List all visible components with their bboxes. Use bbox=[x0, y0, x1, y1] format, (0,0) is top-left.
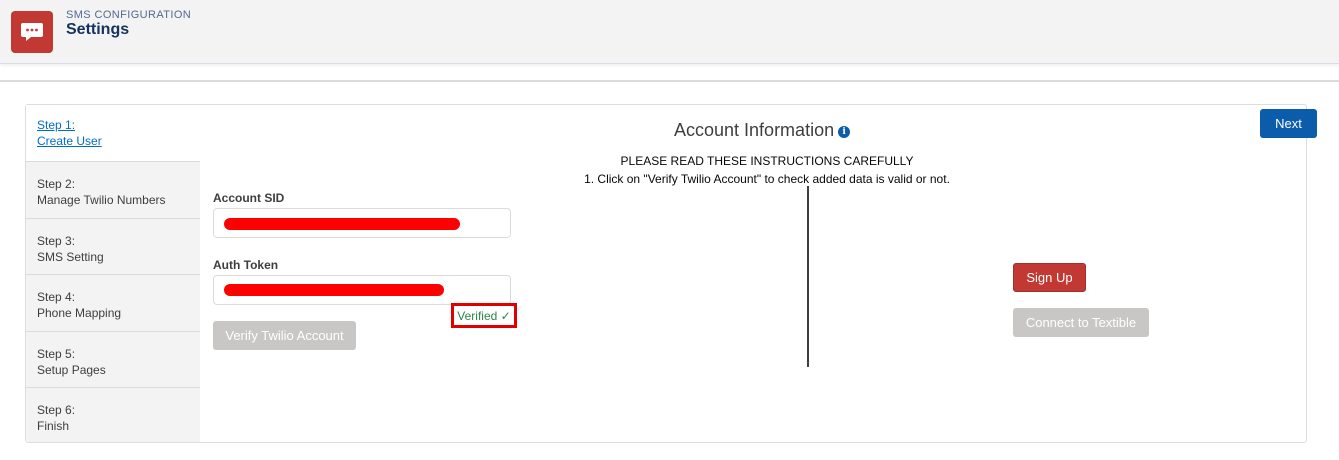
step-sidebar: Step 1: Create User Step 2: Manage Twili… bbox=[26, 105, 200, 442]
instruction-item: 1. Click on "Verify Twilio Account" to c… bbox=[584, 172, 950, 186]
step-1-link[interactable]: Step 1: Create User bbox=[26, 105, 200, 161]
step-3-item[interactable]: Step 3: SMS Setting bbox=[26, 218, 200, 275]
auth-token-input[interactable] bbox=[213, 275, 511, 305]
step-5-label: Step 5: bbox=[37, 347, 76, 361]
instructions-heading: PLEASE READ THESE INSTRUCTIONS CAREFULLY bbox=[620, 154, 914, 168]
wizard-card: Step 1: Create User Step 2: Manage Twili… bbox=[25, 104, 1317, 443]
step-4-label: Step 4: bbox=[37, 290, 76, 304]
page-header: SMS CONFIGURATION Settings bbox=[0, 0, 1339, 64]
step-1-name[interactable]: Create User bbox=[37, 133, 200, 149]
sign-up-button[interactable]: Sign Up bbox=[1013, 263, 1086, 292]
vertical-divider bbox=[807, 186, 809, 367]
connect-to-textible-button[interactable]: Connect to Textible bbox=[1013, 308, 1149, 337]
step-2-label: Step 2: bbox=[37, 177, 76, 191]
verify-twilio-account-button[interactable]: Verify Twilio Account bbox=[213, 321, 356, 350]
header-divider bbox=[0, 80, 1339, 82]
account-sid-input[interactable] bbox=[213, 208, 511, 238]
step-2-item[interactable]: Step 2: Manage Twilio Numbers bbox=[26, 161, 200, 218]
step-5-name: Setup Pages bbox=[37, 363, 106, 377]
step-6-label: Step 6: bbox=[37, 403, 76, 417]
step-5-item[interactable]: Step 5: Setup Pages bbox=[26, 331, 200, 388]
step-4-name: Phone Mapping bbox=[37, 306, 122, 320]
step-4-item[interactable]: Step 4: Phone Mapping bbox=[26, 274, 200, 331]
redaction-mark bbox=[224, 284, 444, 296]
account-sid-label: Account SID bbox=[213, 191, 285, 205]
step-2-name: Manage Twilio Numbers bbox=[37, 193, 166, 207]
section-title: Account Information i bbox=[674, 120, 851, 141]
next-button[interactable]: Next bbox=[1260, 109, 1317, 138]
step-3-name: SMS Setting bbox=[37, 250, 104, 264]
step-1-label[interactable]: Step 1: bbox=[37, 117, 200, 133]
verified-status: Verified ✓ bbox=[451, 303, 517, 328]
step-6-name: Finish bbox=[37, 419, 70, 433]
auth-token-label: Auth Token bbox=[213, 258, 279, 272]
info-icon[interactable]: i bbox=[838, 126, 851, 138]
step-3-label: Step 3: bbox=[37, 234, 76, 248]
page-title: Settings bbox=[66, 21, 130, 38]
header-eyebrow: SMS CONFIGURATION bbox=[66, 9, 192, 21]
chat-bubble-icon bbox=[11, 11, 53, 53]
redaction-mark bbox=[224, 218, 460, 230]
step-6-item[interactable]: Step 6: Finish bbox=[26, 387, 200, 442]
